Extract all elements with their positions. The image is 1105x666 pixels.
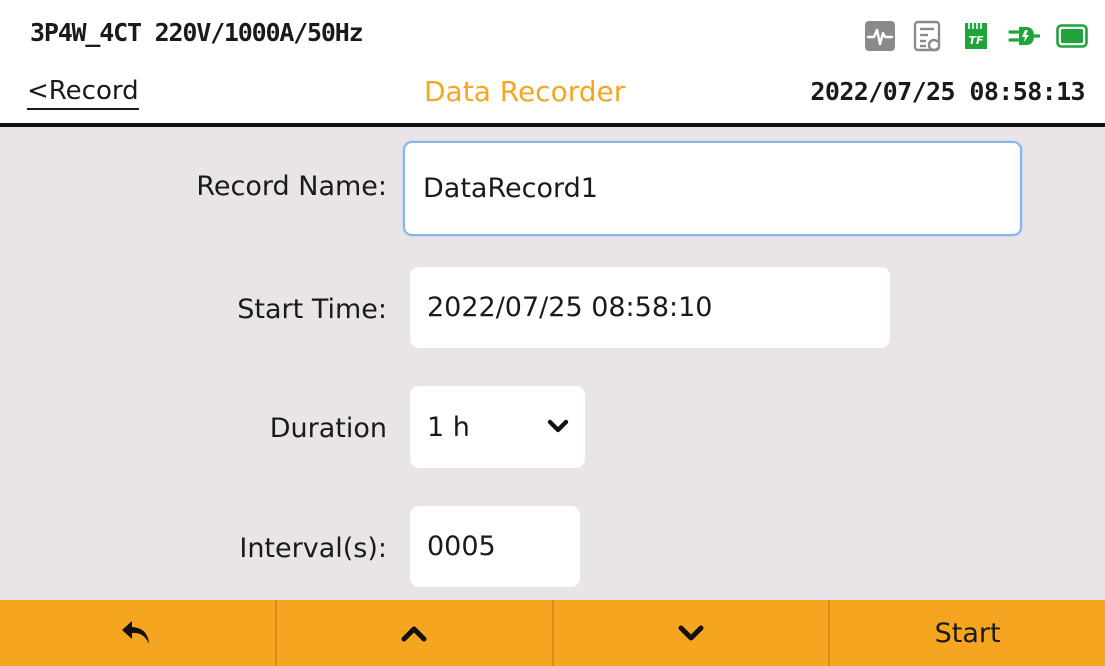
duration-select[interactable]: 1 h	[410, 386, 585, 468]
tf-card-label: TF	[968, 34, 984, 47]
start-time-label: Start Time:	[237, 294, 387, 325]
start-button[interactable]: Start	[830, 600, 1105, 666]
page-title: Data Recorder	[424, 75, 626, 108]
chevron-up-icon	[401, 626, 427, 642]
chevron-down-icon	[678, 625, 704, 641]
back-to-record-link[interactable]: <Record	[27, 76, 139, 110]
move-up-button[interactable]	[277, 600, 554, 666]
duration-value: 1 h	[427, 411, 470, 443]
interval-input[interactable]: 0005	[410, 506, 580, 587]
bottom-action-bar: Start	[0, 600, 1105, 666]
duration-label: Duration	[269, 413, 387, 444]
current-datetime: 2022/07/25 08:58:13	[810, 77, 1085, 106]
battery-icon	[1056, 20, 1088, 52]
chevron-down-icon	[547, 419, 569, 433]
record-name-value: DataRecord1	[423, 173, 598, 204]
plug-icon	[1008, 20, 1040, 52]
back-arrow-icon	[122, 621, 150, 644]
start-button-label: Start	[934, 617, 1001, 649]
wiring-config-label: 3P4W_4CT 220V/1000A/50Hz	[30, 18, 364, 47]
tf-card-icon: TF	[960, 20, 992, 52]
start-time-value: 2022/07/25 08:58:10	[427, 292, 713, 323]
interval-value: 0005	[427, 531, 496, 562]
report-icon	[912, 20, 944, 52]
start-time-field[interactable]: 2022/07/25 08:58:10	[410, 267, 890, 348]
recorder-settings-form: Record Name: DataRecord1 Start Time: 202…	[0, 127, 1105, 600]
status-icon-bar: TF	[864, 19, 1088, 53]
record-name-input[interactable]: DataRecord1	[403, 141, 1022, 236]
back-button[interactable]	[0, 600, 277, 666]
interval-label: Interval(s):	[239, 533, 387, 564]
waveform-icon	[864, 20, 896, 52]
record-name-label: Record Name:	[196, 171, 387, 202]
header: 3P4W_4CT 220V/1000A/50Hz TF <Record Data…	[0, 0, 1105, 127]
move-down-button[interactable]	[554, 600, 831, 666]
